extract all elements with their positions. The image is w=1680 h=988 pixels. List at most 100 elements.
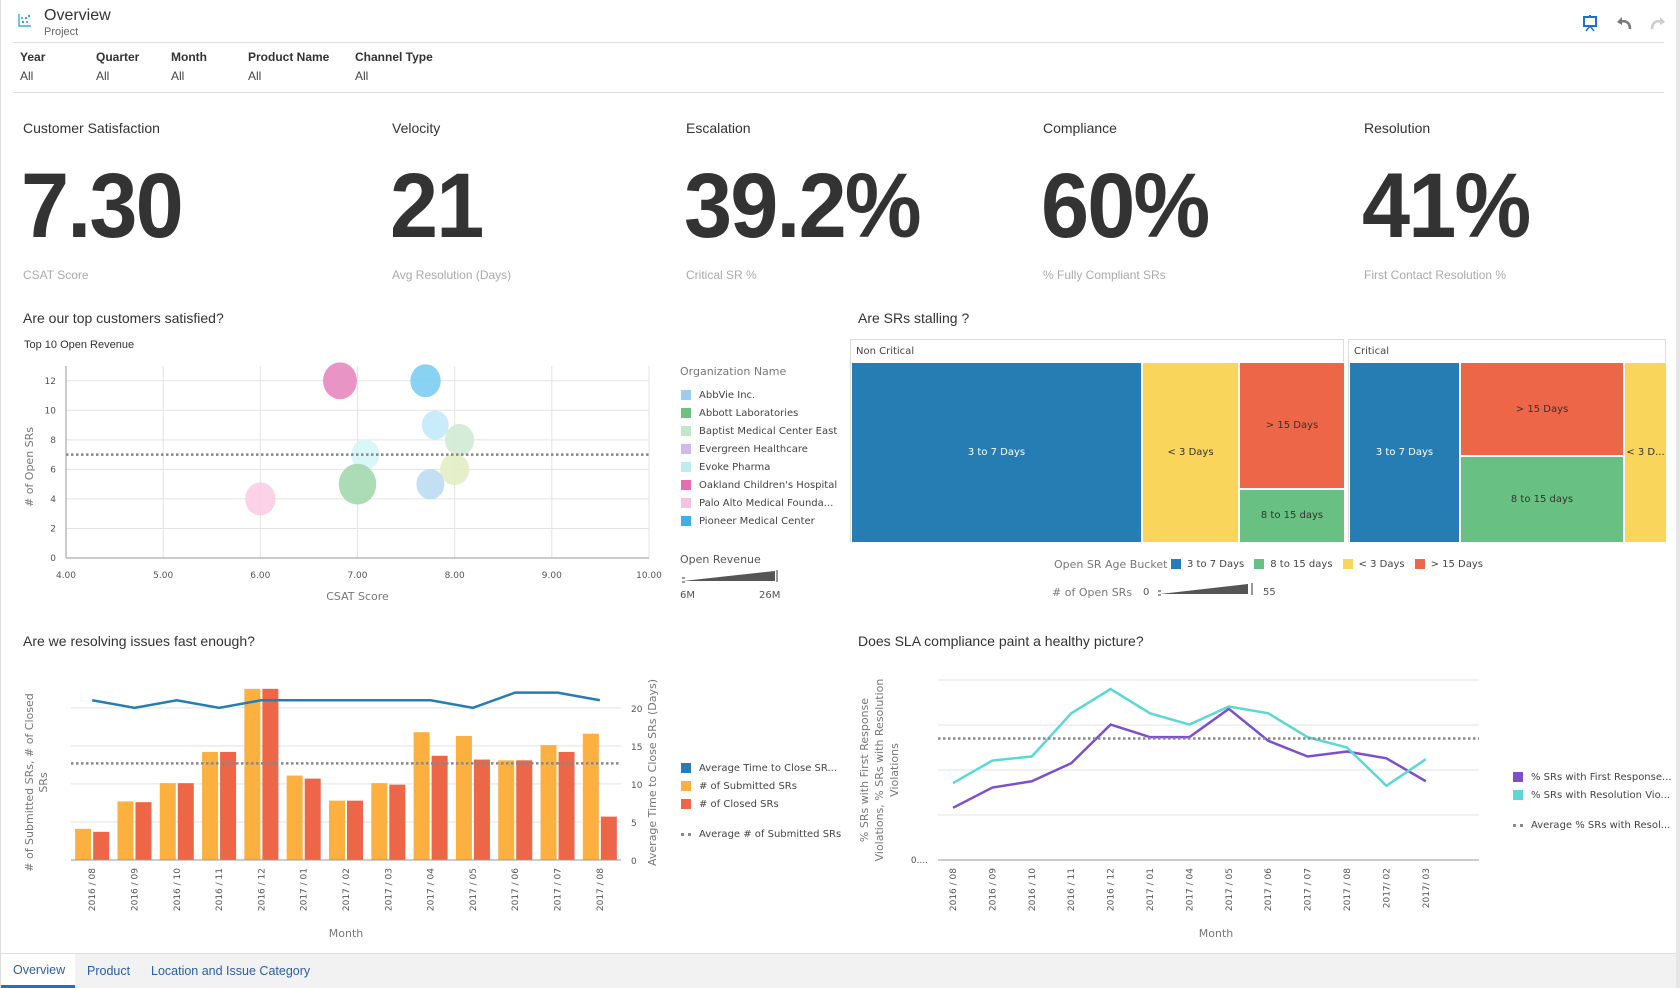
treemap-cell[interactable]: 3 to 7 Days	[851, 362, 1142, 543]
scatter-legend-item[interactable]: Abbott Laboratories	[681, 404, 837, 422]
combo-legend-item[interactable]: # of Closed SRs	[681, 795, 841, 813]
submitted-bar[interactable]	[371, 783, 388, 860]
filter-quarter[interactable]: Quarter All	[96, 50, 139, 83]
submitted-bar[interactable]	[413, 732, 430, 860]
treemap-cell[interactable]: > 15 Days	[1460, 362, 1624, 457]
kpi-tile-customer-satisfaction: Customer Satisfaction 7.30 CSAT Score	[21, 120, 363, 290]
scatter-legend-item[interactable]: Baptist Medical Center East	[681, 422, 837, 440]
scatter-legend-item[interactable]: Pioneer Medical Center	[681, 512, 837, 530]
filter-month[interactable]: Month All	[171, 50, 207, 83]
submitted-bar[interactable]	[329, 800, 345, 860]
legend-label: Palo Alto Medical Founda...	[699, 497, 834, 509]
combo-y2-label: Average Time to Close SRs (Days)	[646, 679, 659, 866]
open-srs-size-ramp	[1158, 583, 1253, 596]
submitted-bar[interactable]	[286, 775, 303, 860]
submitted-bar[interactable]	[498, 760, 515, 860]
treemap-legend-item[interactable]: > 15 Days	[1414, 555, 1483, 573]
scatter-y-tick: 2	[50, 524, 56, 534]
sla-legend-item[interactable]: % SRs with First Response...	[1513, 768, 1672, 786]
kpi-caption: CSAT Score	[23, 268, 89, 282]
scatter-legend-item[interactable]: Evergreen Healthcare	[681, 440, 837, 458]
closed-bar[interactable]	[473, 759, 490, 860]
scatter-legend-item[interactable]: Palo Alto Medical Founda...	[681, 494, 837, 512]
filter-value[interactable]: All	[171, 69, 207, 83]
filter-year[interactable]: Year All	[20, 50, 45, 83]
treemap-cell[interactable]: 8 to 15 days	[1460, 456, 1624, 543]
legend-label: Oakland Children's Hospital	[699, 479, 838, 491]
treemap-legend-item[interactable]: 8 to 15 days	[1254, 555, 1333, 573]
treemap-cell[interactable]: > 15 Days	[1239, 362, 1345, 489]
filter-value[interactable]: All	[96, 69, 139, 83]
sla-legend-item[interactable]: % SRs with Resolution Vio...	[1513, 786, 1672, 804]
bubble-point[interactable]	[421, 410, 449, 440]
closed-bar[interactable]	[431, 755, 448, 860]
combo-x-tick: 2016 / 12	[257, 868, 267, 911]
combo-y2-tick: 0	[631, 857, 637, 867]
tab-overview[interactable]: Overview	[1, 954, 75, 988]
submitted-bar[interactable]	[244, 688, 261, 860]
closed-bar[interactable]	[93, 831, 110, 860]
bubble-point[interactable]	[440, 453, 470, 486]
legend-swatch	[681, 781, 691, 791]
submitted-bar[interactable]	[582, 733, 599, 860]
treemap-cell[interactable]: 8 to 15 days	[1239, 488, 1345, 543]
redo-icon[interactable]	[1649, 14, 1667, 32]
tab-product[interactable]: Product	[75, 954, 142, 988]
kpi-value: 21	[390, 155, 484, 257]
combo-legend-item-reference[interactable]: Average # of Submitted SRs	[681, 825, 841, 843]
sla-legend: % SRs with First Response... % SRs with R…	[1513, 768, 1672, 834]
closed-bar[interactable]	[220, 751, 237, 860]
closed-bar[interactable]	[389, 784, 406, 860]
closed-bar[interactable]	[600, 816, 617, 860]
bubble-point[interactable]	[444, 423, 475, 456]
sla-x-tick: 2017 / 01	[1146, 868, 1156, 911]
treemap-cell[interactable]: < 3 D...	[1624, 362, 1667, 543]
legend-label: Evergreen Healthcare	[699, 443, 808, 455]
filter-value[interactable]: All	[20, 69, 45, 83]
scatter-y-tick: 10	[45, 406, 57, 416]
undo-icon[interactable]	[1615, 14, 1633, 32]
legend-swatch	[681, 763, 691, 773]
treemap-legend-item[interactable]: 3 to 7 Days	[1171, 555, 1244, 573]
submitted-bar[interactable]	[75, 828, 92, 860]
submitted-bar[interactable]	[159, 783, 176, 860]
header-divider	[13, 42, 1664, 43]
bubble-point[interactable]	[338, 463, 377, 505]
closed-bar[interactable]	[347, 800, 363, 860]
bubble-point[interactable]	[323, 362, 357, 400]
scatter-x-tick: 6.00	[250, 571, 270, 581]
closed-bar[interactable]	[262, 688, 279, 860]
closed-bar[interactable]	[304, 778, 321, 860]
treemap-cell[interactable]: < 3 Days	[1142, 362, 1239, 543]
combo-legend-item[interactable]: # of Submitted SRs	[681, 777, 841, 795]
scatter-legend-item[interactable]: Evoke Pharma	[681, 458, 837, 476]
filter-product-name[interactable]: Product Name All	[248, 50, 329, 83]
combo-legend-item[interactable]: Average Time to Close SR...	[681, 759, 841, 777]
treemap-legend-item[interactable]: < 3 Days	[1342, 555, 1405, 573]
tab-location-and-issue-category[interactable]: Location and Issue Category	[139, 954, 322, 988]
sla-x-tick: 2017 / 07	[1304, 868, 1314, 911]
sla-y-label-line2: Violations, % SRs with Resolution	[873, 679, 886, 862]
treemap-group-non-critical: Non Critical 3 to 7 Days < 3 Days > 15 Days…	[850, 339, 1345, 543]
bubble-point[interactable]	[410, 364, 441, 398]
presentation-icon[interactable]	[1581, 14, 1599, 32]
submitted-bar[interactable]	[117, 801, 134, 860]
bubble-point[interactable]	[245, 482, 276, 516]
closed-bar[interactable]	[135, 802, 152, 860]
legend-label: Evoke Pharma	[699, 461, 771, 473]
scatter-legend-item[interactable]: AbbVie Inc.	[681, 386, 837, 404]
combo-x-tick: 2017 / 08	[596, 868, 606, 911]
closed-bar[interactable]	[516, 760, 533, 860]
submitted-bar[interactable]	[455, 735, 472, 860]
submitted-bar[interactable]	[202, 751, 219, 860]
sla-legend-item-reference[interactable]: Average % SRs with Resol...	[1513, 816, 1672, 834]
filter-channel-type[interactable]: Channel Type All	[355, 50, 433, 83]
scatter-y-tick: 6	[50, 465, 56, 475]
treemap-cell[interactable]: 3 to 7 Days	[1349, 362, 1460, 543]
bubble-point[interactable]	[416, 468, 445, 500]
filter-value[interactable]: All	[248, 69, 329, 83]
scatter-legend-item[interactable]: Oakland Children's Hospital	[681, 476, 837, 494]
closed-bar[interactable]	[558, 751, 575, 860]
closed-bar[interactable]	[177, 783, 194, 860]
filter-value[interactable]: All	[355, 69, 433, 83]
